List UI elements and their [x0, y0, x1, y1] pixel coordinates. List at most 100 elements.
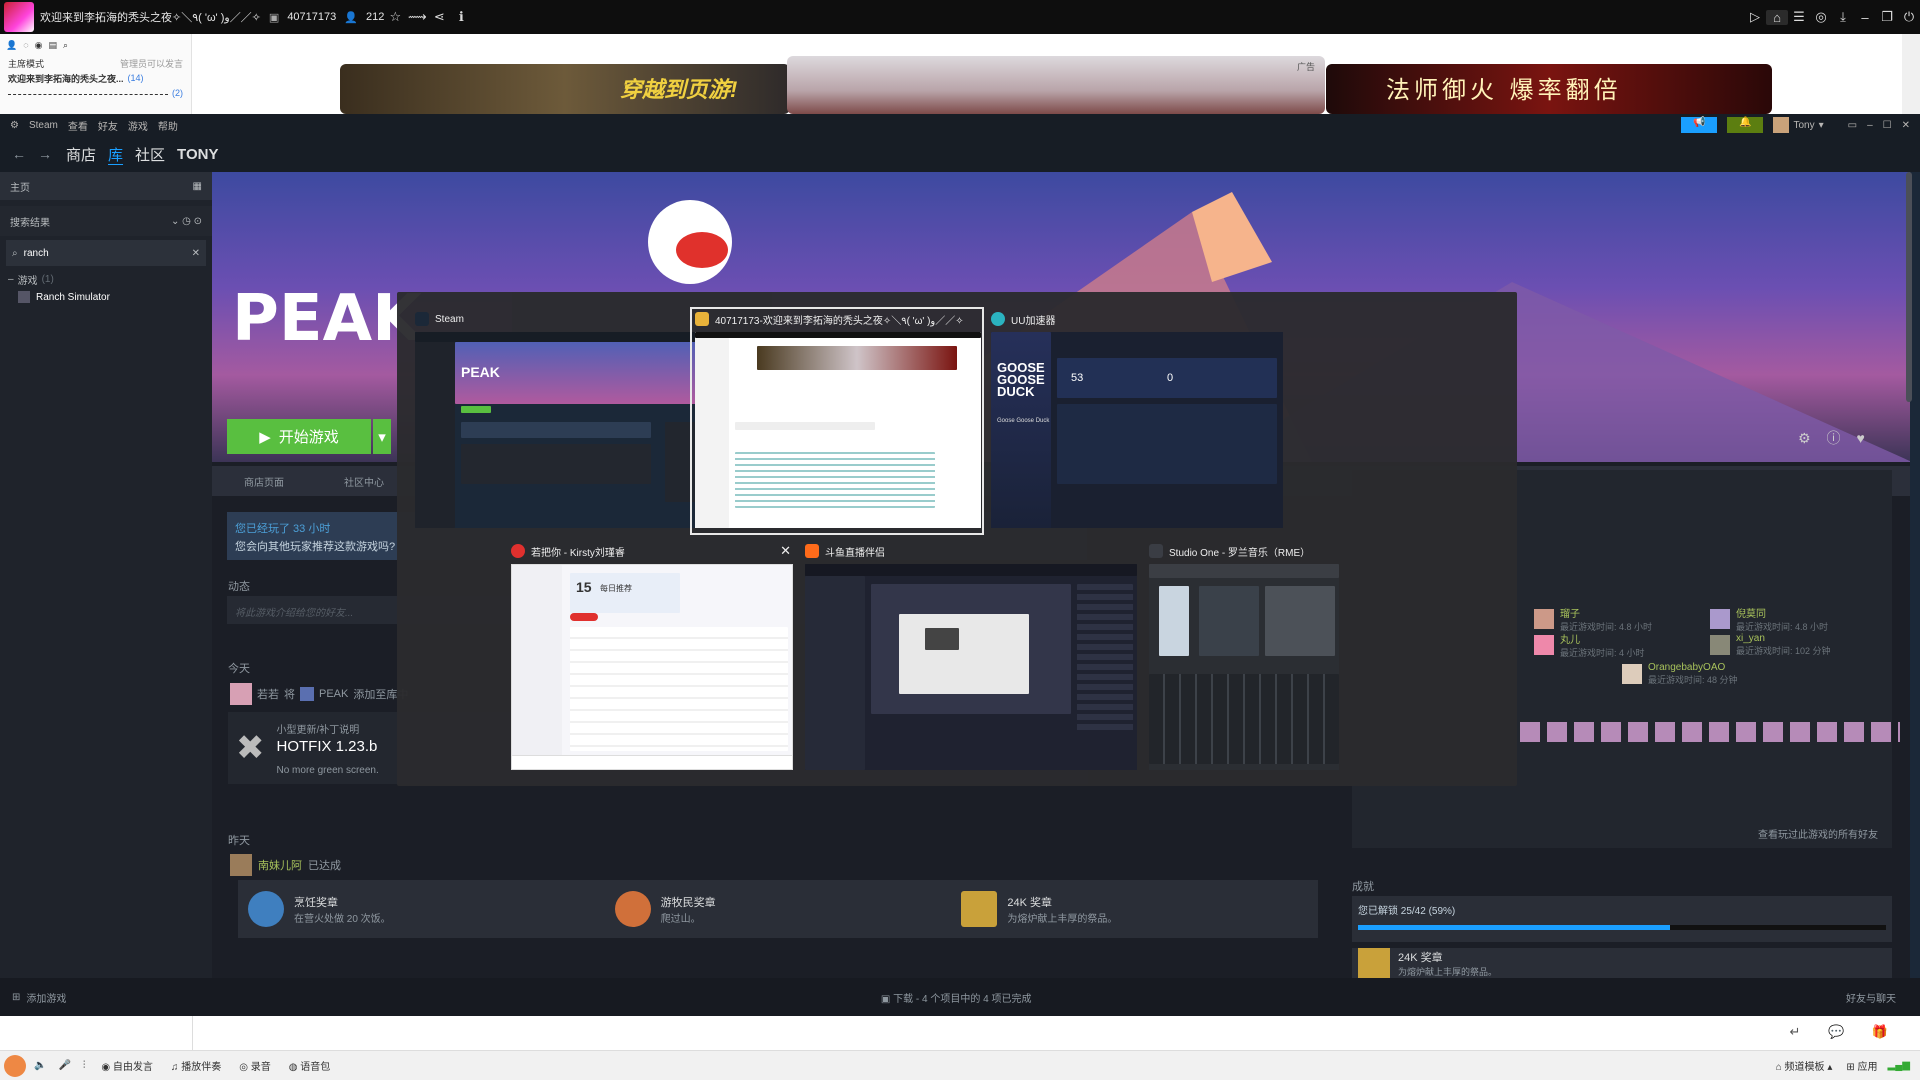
minimize-icon[interactable]: – — [1854, 10, 1876, 25]
menu-games[interactable]: 游戏 — [128, 118, 148, 133]
friend-1[interactable]: 瑠子 最近游戏时间: 4.8 小时 — [1534, 606, 1734, 632]
switcher-tile-douyu[interactable]: 斗鱼直播伴侣 — [801, 540, 1141, 780]
tile-close-icon[interactable]: ✕ — [780, 543, 791, 559]
activity-label: 动态 — [228, 581, 250, 593]
ad-banner-center[interactable]: 广告 — [787, 56, 1325, 114]
channel-item[interactable]: 欢迎来到李拓海的秃头之夜... (14) — [0, 70, 191, 86]
clear-icon[interactable]: ✕ — [192, 248, 200, 259]
achievement-2[interactable]: 游牧民奖章 爬过山。 — [605, 880, 952, 938]
mode-label[interactable]: 主席模式 — [8, 57, 44, 70]
menu-friends[interactable]: 好友 — [98, 118, 118, 133]
filter-dropdown[interactable]: 搜索结果 ⌄ ◷ ⊙ — [0, 206, 212, 236]
friend-5[interactable]: OrangebabyOAO 最近游戏时间: 48 分钟 — [1622, 662, 1738, 686]
grid-icon[interactable]: ▦ — [193, 181, 202, 192]
note-icon[interactable]: ▤ — [48, 40, 57, 51]
friend-4[interactable]: xi_yan 最近游戏时间: 102 分钟 — [1710, 632, 1900, 658]
switcher-tile-studio-one[interactable]: Studio One - 罗兰音乐（RME） — [1145, 540, 1505, 780]
friend-avatar-strip[interactable] — [1520, 722, 1900, 742]
achievement-progress-card[interactable]: 您已解锁 25/42 (59%) — [1352, 896, 1892, 942]
subchannel-item[interactable]: (2) — [0, 86, 191, 100]
achievement-1[interactable]: 烹饪奖章 在营火处做 20 次饭。 — [238, 880, 605, 938]
steam-close-icon[interactable]: ✕ — [1902, 120, 1910, 131]
library-home[interactable]: 主页 ▦ — [0, 172, 212, 200]
friends-chat-button[interactable]: 好友与聊天 — [1846, 990, 1896, 1005]
pin-icon[interactable]: ⟿ — [406, 9, 428, 25]
share-icon[interactable]: ⋖ — [428, 9, 450, 25]
games-category[interactable]: – 游戏 (1) — [0, 270, 212, 288]
mixer-icon[interactable]: ⫶ — [83, 1060, 86, 1071]
stream-avatar-small[interactable] — [4, 1054, 26, 1077]
record[interactable]: ◎ 录音 — [239, 1058, 271, 1073]
friend-3[interactable]: 倪莫同 最近游戏时间: 4.8 小时 — [1710, 606, 1900, 632]
today-user[interactable]: 若若 — [257, 686, 279, 702]
add-game-icon[interactable]: ⊞ — [12, 992, 20, 1003]
ad-banner-right[interactable]: 法师御火 爆率翻倍 — [1326, 64, 1772, 114]
achievement-3[interactable]: 24K 奖章 为熔炉献上丰厚的祭品。 — [951, 880, 1318, 938]
search-icon[interactable]: ⌕ — [63, 40, 68, 51]
yesterday-user[interactable]: 南妹儿阿 — [258, 857, 302, 873]
friend-avatar[interactable] — [230, 683, 252, 705]
user-icon[interactable]: 👤 — [6, 40, 17, 51]
download-icon[interactable]: ⤓ — [1832, 9, 1854, 25]
today-game[interactable]: PEAK — [319, 688, 348, 700]
ad-banner-left[interactable]: 穿越到页游! — [340, 64, 790, 114]
collapse-icon: – — [8, 273, 14, 285]
add-game-label[interactable]: 添加游戏 — [26, 990, 66, 1005]
mic-icon[interactable]: 🎤 — [58, 1060, 70, 1071]
info-icon[interactable]: ℹ — [450, 9, 472, 25]
star-icon[interactable]: ☆ — [384, 9, 406, 25]
switcher-tile-music[interactable]: 若把你 - Kirsty刘瑾睿 ✕ 15 每日推荐 — [507, 540, 797, 780]
apps-button[interactable]: ⊞ 应用 — [1846, 1058, 1877, 1073]
switcher-tile-stream[interactable]: 40717173-欢迎来到李拓海的秃头之夜✧＼٩( 'ω' )و／／✧ — [690, 307, 984, 535]
yesterday-activity: 南妹儿阿 已达成 — [230, 854, 341, 876]
nav-profile[interactable]: TONY — [177, 146, 218, 163]
menu-view[interactable]: 查看 — [68, 118, 88, 133]
list-icon[interactable]: ☰ — [1788, 9, 1810, 25]
power-icon[interactable]: ⏻ — [1898, 9, 1920, 25]
play-window-icon[interactable]: ▷ — [1744, 9, 1766, 25]
tile-uu-thumb: GOOSE GOOSE DUCK Goose Goose Duck 53 0 — [991, 332, 1283, 528]
steam-maximize-icon[interactable]: ☐ — [1883, 120, 1892, 131]
accompaniment[interactable]: ♫ 播放伴奏 — [171, 1058, 221, 1073]
channel-template[interactable]: ⌂ 频道模板 ▴ — [1776, 1058, 1833, 1073]
bigpicture-icon[interactable]: ▭ — [1848, 120, 1857, 131]
restore-icon[interactable]: ❐ — [1876, 9, 1898, 25]
volume-icon[interactable]: 🔈 — [34, 1060, 46, 1071]
menu-steam[interactable]: Steam — [29, 120, 58, 131]
switcher-tile-uu[interactable]: UU加速器 GOOSE GOOSE DUCK Goose Goose Duck … — [987, 308, 1287, 534]
broadcast-icon[interactable]: 📢 — [1681, 117, 1718, 133]
left-mode-row: 主席模式 管理员可以发言 — [0, 56, 191, 70]
chat-icon[interactable]: ◌ — [23, 40, 28, 50]
game-settings-icons[interactable]: ⚙ⓘ♥ — [1798, 428, 1881, 448]
nav-community[interactable]: 社区 — [135, 144, 165, 165]
friend-2[interactable]: 丸儿 最近游戏时间: 4 小时 — [1534, 632, 1734, 658]
main-scrollbar[interactable] — [1906, 172, 1912, 402]
play-button[interactable]: ▶ 开始游戏 — [227, 419, 371, 454]
forward-icon[interactable]: → — [38, 146, 52, 162]
streamer-avatar[interactable] — [4, 2, 34, 32]
home-icon[interactable]: ⌂ — [1766, 9, 1788, 25]
nav-library[interactable]: 库 — [108, 144, 123, 165]
free-speech[interactable]: ◉ 自由发言 — [101, 1058, 153, 1073]
friends-more-link[interactable]: 查看玩过此游戏的所有好友 — [1758, 826, 1878, 841]
gamepad-icon[interactable]: ◎ — [1810, 9, 1832, 25]
uu-app-icon — [991, 312, 1005, 326]
voice-pack[interactable]: ◍ 语音包 — [289, 1058, 331, 1073]
menu-help[interactable]: 帮助 — [158, 118, 178, 133]
library-search[interactable]: ⌕ ranch ✕ — [6, 240, 206, 266]
downloads-status[interactable]: ▣ 下载 - 4 个项目中的 4 项已完成 — [66, 990, 1846, 1005]
last-achievement[interactable]: 24K 奖章 为熔炉献上丰厚的祭品。 — [1352, 948, 1892, 978]
friend-avatar-2[interactable] — [230, 854, 252, 876]
steam-minimize-icon[interactable]: – — [1867, 120, 1873, 131]
back-icon[interactable]: ← — [12, 146, 26, 162]
friend-3-sub: 最近游戏时间: 4.8 小时 — [1736, 622, 1829, 632]
tab-store-page[interactable]: 商店页面 — [244, 474, 344, 489]
search-input[interactable]: ranch — [24, 248, 186, 259]
account-menu[interactable]: Tony ▾ — [1773, 117, 1824, 133]
notification-icon[interactable]: 🔔 — [1727, 117, 1764, 133]
library-game-item[interactable]: Ranch Simulator — [0, 288, 212, 306]
location-icon[interactable]: ◉ — [35, 40, 43, 51]
nav-store[interactable]: 商店 — [66, 144, 96, 165]
play-options-button[interactable]: ▾ — [373, 419, 391, 454]
chat-tools[interactable]: ↵ 💬 🎁 — [1790, 1024, 1901, 1040]
